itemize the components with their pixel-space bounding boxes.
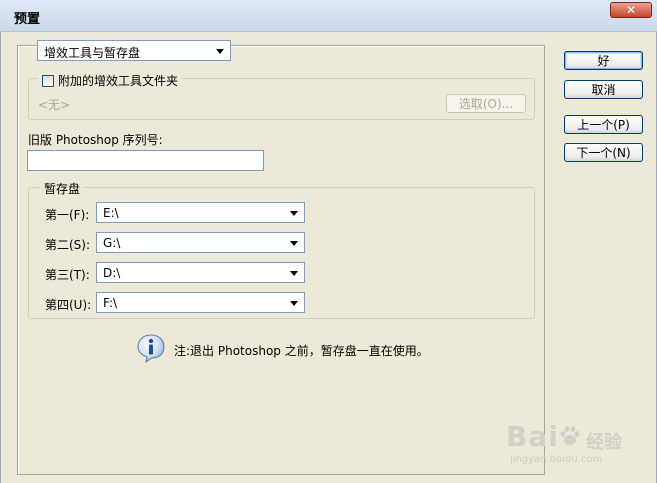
previous-label: 上一个(P)	[577, 118, 630, 132]
scratch-disk-2-select[interactable]: G:\	[96, 232, 305, 253]
scratch-disk-1-label: 第一(F):	[45, 208, 90, 222]
cancel-label: 取消	[591, 83, 616, 97]
previous-button[interactable]: 上一个(P)	[564, 115, 643, 134]
baidu-watermark: Bai 经验 jingyan.baidu.com	[500, 410, 650, 475]
section-select-value: 增效工具与暂存盘	[44, 46, 141, 60]
choose-folder-label: 选取(O)...	[458, 97, 514, 111]
watermark-brand: Bai	[506, 420, 559, 453]
serial-label: 旧版 Photoshop 序列号:	[28, 133, 163, 147]
scratch-disk-1-select[interactable]: E:\	[96, 202, 305, 223]
scratch-disk-3-value: D:\	[103, 266, 121, 280]
scratch-disk-4-value: F:\	[103, 296, 118, 310]
paw-icon	[560, 426, 580, 445]
close-button[interactable]: ✕	[610, 2, 652, 18]
plugins-checkbox[interactable]	[42, 75, 54, 87]
plugins-folder-value: <无>	[38, 98, 71, 112]
scratch-disks-legend: 暂存盘	[40, 180, 85, 197]
scratch-note-text: 注:退出 Photoshop 之前，暂存盘一直在使用。	[174, 344, 429, 358]
plugins-checkbox-label: 附加的增效工具文件夹	[58, 74, 179, 88]
watermark-product: 经验	[586, 432, 622, 453]
chevron-down-icon	[216, 49, 224, 54]
chevron-down-icon	[290, 301, 298, 306]
scratch-disk-4-label: 第四(U):	[45, 298, 92, 312]
scratch-disk-4-select[interactable]: F:\	[96, 292, 305, 313]
chevron-down-icon	[290, 241, 298, 246]
serial-input[interactable]	[27, 150, 264, 171]
cancel-button[interactable]: 取消	[564, 80, 643, 99]
scratch-disk-3-select[interactable]: D:\	[96, 262, 305, 283]
info-icon	[137, 334, 165, 363]
plugins-legend: 附加的增效工具文件夹	[38, 72, 183, 89]
title-bar: 预置 ✕	[0, 0, 657, 32]
window-title: 预置	[14, 12, 41, 27]
scratch-disk-3-label: 第三(T):	[45, 268, 90, 282]
chevron-down-icon	[290, 211, 298, 216]
watermark-url: jingyan.baidu.com	[510, 454, 603, 465]
scratch-disk-2-label: 第二(S):	[45, 238, 91, 252]
scratch-disk-2-value: G:\	[103, 236, 121, 250]
next-label: 下一个(N)	[576, 146, 631, 160]
ok-label: 好	[597, 54, 610, 68]
chevron-down-icon	[290, 271, 298, 276]
next-button[interactable]: 下一个(N)	[564, 143, 643, 162]
ok-button[interactable]: 好	[564, 51, 643, 70]
close-icon: ✕	[625, 3, 637, 17]
choose-folder-button[interactable]: 选取(O)...	[446, 94, 526, 113]
section-select[interactable]: 增效工具与暂存盘	[37, 40, 231, 61]
scratch-disk-1-value: E:\	[103, 206, 119, 220]
